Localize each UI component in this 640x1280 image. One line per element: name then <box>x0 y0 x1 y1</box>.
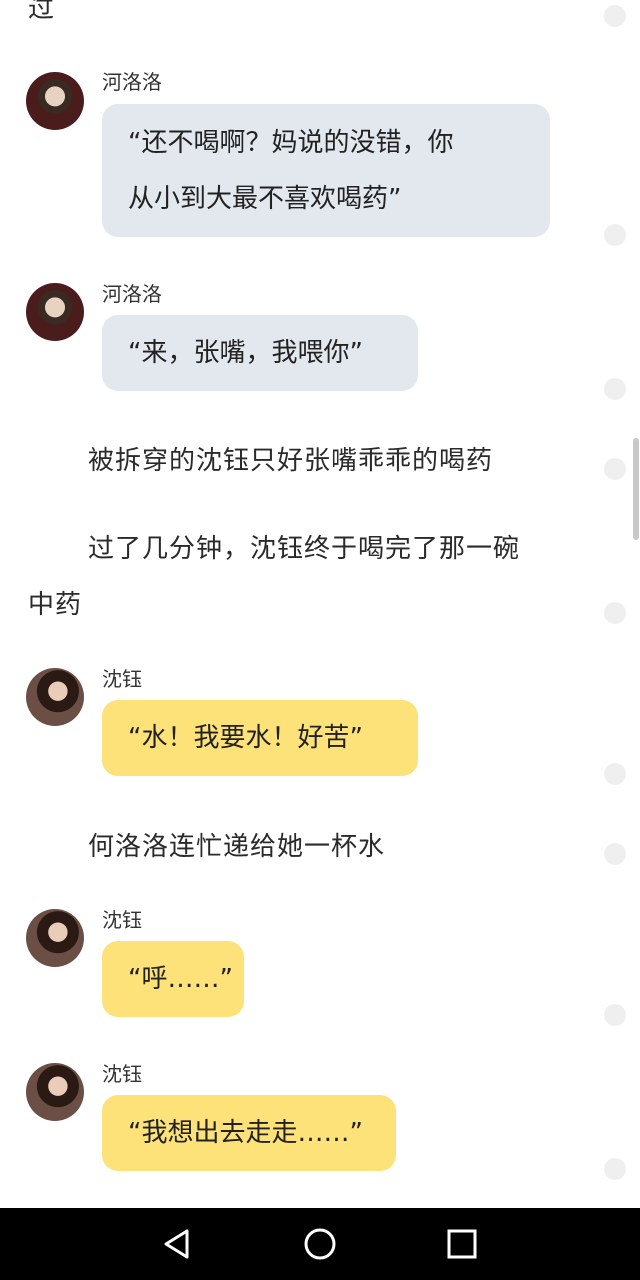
message-bubble: “呼……” <box>102 941 244 1017</box>
avatar[interactable] <box>26 283 84 341</box>
comment-dot[interactable] <box>604 843 626 865</box>
comment-dot[interactable] <box>604 224 626 246</box>
message-text: “来，张嘴，我喂你” <box>128 338 363 368</box>
comment-dot[interactable] <box>604 5 626 27</box>
circle-home-icon[interactable] <box>302 1226 338 1262</box>
sender-name: 沈钰 <box>102 667 142 691</box>
message-bubble: “还不喝啊？妈说的没错，你 从小到大最不喜欢喝药” <box>102 104 550 237</box>
avatar[interactable] <box>26 72 84 130</box>
message-text-line: “还不喝啊？妈说的没错，你 <box>128 128 454 158</box>
avatar[interactable] <box>26 1063 84 1121</box>
message-bubble: “水！我要水！好苦” <box>102 700 418 776</box>
comment-dot[interactable] <box>604 602 626 624</box>
narration-text: 中药 <box>28 590 83 620</box>
message-text: “我想出去走走……” <box>128 1118 363 1148</box>
comment-dot[interactable] <box>604 378 626 400</box>
sender-name: 河洛洛 <box>102 70 162 94</box>
narration-text: 过了几分钟，沈钰终于喝完了那一碗 <box>88 534 521 564</box>
triangle-back-icon[interactable] <box>160 1226 196 1262</box>
comment-dot[interactable] <box>604 458 626 480</box>
narration-text: 过 <box>28 0 56 24</box>
avatar[interactable] <box>26 668 84 726</box>
message-bubble: “来，张嘴，我喂你” <box>102 315 418 391</box>
square-recent-icon[interactable] <box>444 1226 480 1262</box>
navigation-bar <box>0 1208 640 1280</box>
sender-name: 沈钰 <box>102 1062 142 1086</box>
narration-text: 被拆穿的沈钰只好张嘴乖乖的喝药 <box>88 446 494 476</box>
message-text: “水！我要水！好苦” <box>128 723 363 753</box>
sender-name: 河洛洛 <box>102 282 162 306</box>
message-text-line: 从小到大最不喜欢喝药” <box>128 184 402 214</box>
comment-dot[interactable] <box>604 1158 626 1180</box>
avatar[interactable] <box>26 909 84 967</box>
message-bubble: “我想出去走走……” <box>102 1095 396 1171</box>
scrollbar[interactable] <box>633 438 639 540</box>
message-text: “呼……” <box>128 964 233 994</box>
sender-name: 沈钰 <box>102 908 142 932</box>
chat-story-feed[interactable]: 过 河洛洛 “还不喝啊？妈说的没错，你 从小到大最不喜欢喝药” 河洛洛 “来，张… <box>0 0 640 1208</box>
comment-dot[interactable] <box>604 763 626 785</box>
narration-text: 何洛洛连忙递给她一杯水 <box>88 832 386 862</box>
comment-dot[interactable] <box>604 1004 626 1026</box>
